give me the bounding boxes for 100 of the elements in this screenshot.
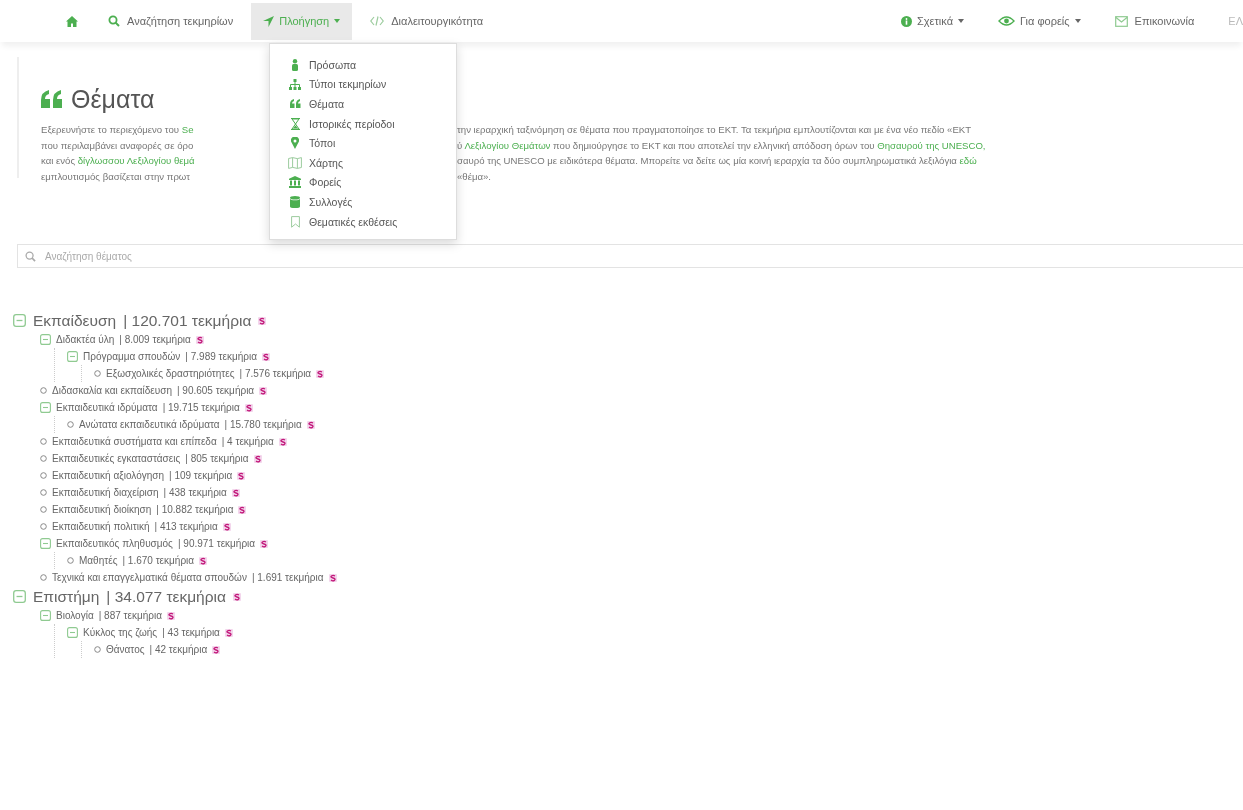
topic-link[interactable]: Επιστήμη <box>33 587 100 606</box>
s-icon[interactable] <box>278 437 287 446</box>
nav-link[interactable]: Για φορείς <box>986 2 1093 40</box>
item-count: | 887 τεκμήρια <box>98 610 162 621</box>
s-icon[interactable] <box>328 573 337 582</box>
paragraph-text: «θέμα». <box>457 171 492 183</box>
item-count: | 120.701 τεκμήρια <box>123 311 252 330</box>
circle-icon <box>40 472 47 479</box>
menu-item[interactable]: Πρόσωπα <box>270 55 456 75</box>
menu-item[interactable]: Χάρτης <box>270 152 456 173</box>
topic-link[interactable]: Εκπαιδευτικός πληθυσμός <box>56 538 173 549</box>
topic-link[interactable]: Εκπαιδευτικές εγκαταστάσεις <box>52 453 181 464</box>
info-icon <box>901 15 912 27</box>
item-count: | 90.971 τεκμήρια <box>177 538 256 549</box>
circle-icon <box>40 574 47 581</box>
topic-link[interactable]: Εκπαιδευτική πολιτική <box>52 521 150 532</box>
nav-link[interactable]: Σχετικά <box>889 2 976 40</box>
menu-item[interactable]: Τόποι <box>270 133 456 153</box>
s-icon[interactable] <box>195 335 204 344</box>
item-count: | 42 τεκμήρια <box>149 644 208 655</box>
s-icon[interactable] <box>316 369 325 378</box>
s-icon[interactable] <box>237 471 246 480</box>
menu-item[interactable]: Θέματα <box>270 94 456 114</box>
s-icon[interactable] <box>238 505 247 514</box>
topic-link[interactable]: Εκπαιδευτικά συστήματα και επίπεδα <box>52 436 217 447</box>
topic-link[interactable]: Βιολογία <box>56 610 94 621</box>
item-count: | 15.780 τεκμήρια <box>224 419 302 430</box>
s-icon[interactable] <box>212 645 221 654</box>
s-icon[interactable] <box>259 386 268 395</box>
item-count: | 19.715 τεκμήρια <box>162 402 240 413</box>
s-icon[interactable] <box>253 454 262 463</box>
page-title: Θέματα <box>71 84 155 114</box>
caret-icon <box>334 19 341 23</box>
paragraph-text: Εξερευνήστε το περιεχόμενο του <box>41 124 181 135</box>
circle-icon <box>40 455 47 462</box>
paragraph-text: ύ <box>457 139 464 151</box>
s-icon[interactable] <box>258 316 267 325</box>
item-count: | 8.009 τεκμήρια <box>119 334 191 345</box>
s-icon[interactable] <box>224 628 233 637</box>
nav-link[interactable]: Επικοινωνία <box>1102 2 1207 40</box>
nav-link[interactable]: Διαλειτουργικότητα <box>358 2 496 40</box>
circle-icon <box>67 421 74 428</box>
menu-item[interactable]: Ιστορικές περίοδοι <box>270 113 456 134</box>
topic-link[interactable]: Εκπαιδευτική διαχείριση <box>52 487 159 498</box>
search-icon <box>108 15 120 27</box>
topic-link[interactable]: Κύκλος της ζωής <box>83 627 158 638</box>
topic-link[interactable]: Εκπαιδευτική αξιολόγηση <box>52 470 164 481</box>
home-icon <box>66 15 78 27</box>
topic-link[interactable]: Ανώτατα εκπαιδευτικά ιδρύματα <box>79 419 220 430</box>
circle-icon <box>40 489 47 496</box>
s-icon[interactable] <box>261 352 270 361</box>
hourglass-icon <box>290 117 300 130</box>
map-pin-icon <box>291 137 299 150</box>
topic-link[interactable]: Θάνατος <box>106 644 145 655</box>
topic-link[interactable]: Τεχνικά και επαγγελματικά θέματα σπουδών <box>52 572 247 583</box>
code-icon <box>370 16 385 26</box>
item-count: | 4 τεκμήρια <box>221 436 274 447</box>
nav-link[interactable]: Αναζήτηση τεκμηρίων <box>96 2 246 40</box>
paragraph-text: και ενός <box>41 155 77 167</box>
menu-item[interactable]: Θεματικές εκθέσεις <box>270 211 456 232</box>
map-icon <box>288 156 302 169</box>
menu-item[interactable]: Τύποι τεκμηρίων <box>270 74 456 95</box>
s-icon[interactable] <box>306 420 315 429</box>
item-count: | 109 τεκμήρια <box>169 470 233 481</box>
topic-link[interactable]: Διδασκαλία και εκπαίδευση <box>52 385 172 396</box>
topic-link[interactable]: Εκπαίδευση <box>33 311 117 330</box>
item-count: | 1.691 τεκμήρια <box>251 572 324 583</box>
quote-icon <box>41 90 63 108</box>
s-icon[interactable] <box>222 522 231 531</box>
circle-icon <box>94 646 101 653</box>
menu-item[interactable]: Συλλογές <box>270 192 456 212</box>
topic-link[interactable]: Διδακτέα ύλη <box>56 334 115 345</box>
bookmark-icon <box>290 215 300 228</box>
person-icon <box>291 58 299 71</box>
s-icon[interactable] <box>244 403 253 412</box>
s-icon[interactable] <box>232 592 241 601</box>
paragraph-text: που περιλαμβάνει αναφορές σε όρο <box>41 139 194 151</box>
topic-link[interactable]: Εξωσχολικές δραστηριότητες <box>106 368 235 379</box>
paragraph-text: σαυρό της UNESCO με ειδικότερα θέματα. Μπορείτε να δείτε ως μία κοινή ιεραρχία τα δύο συμπληρωματικά λεξιλόγια <box>457 155 958 167</box>
circle-icon <box>40 387 47 394</box>
s-icon[interactable] <box>231 488 240 497</box>
topic-link[interactable]: Εκπαιδευτικά ιδρύματα <box>56 402 158 413</box>
topic-link[interactable]: Εκπαιδευτική διοίκηση <box>52 504 152 515</box>
topic-link[interactable]: Πρόγραμμα σπουδών <box>83 351 181 362</box>
circle-icon <box>94 370 101 377</box>
paragraph-text: την ιεραρχική ταξινόμηση σε θέματα που πραγματοποίησε το ΕΚΤ. Τα τεκμήρια εμπλουτίζονται και με ένα νέο πεδίο «ΕΚΤ <box>457 124 972 135</box>
location-arrow-icon <box>263 15 275 27</box>
caret-icon <box>958 19 964 23</box>
search-field[interactable]: Αναζήτηση θέματος <box>17 244 1243 268</box>
s-icon[interactable] <box>166 611 175 620</box>
s-icon[interactable] <box>260 539 269 548</box>
circle-icon <box>40 506 47 513</box>
topic-link[interactable]: Μαθητές <box>79 555 118 566</box>
item-count: | 90.605 τεκμήρια <box>176 385 255 396</box>
item-count: | 438 τεκμήρια <box>163 487 227 498</box>
search-icon <box>25 251 36 262</box>
circle-icon <box>67 557 74 564</box>
item-count: | 43 τεκμήρια <box>162 627 220 638</box>
s-icon[interactable] <box>199 556 208 565</box>
menu-item[interactable]: Φορείς <box>270 172 456 193</box>
